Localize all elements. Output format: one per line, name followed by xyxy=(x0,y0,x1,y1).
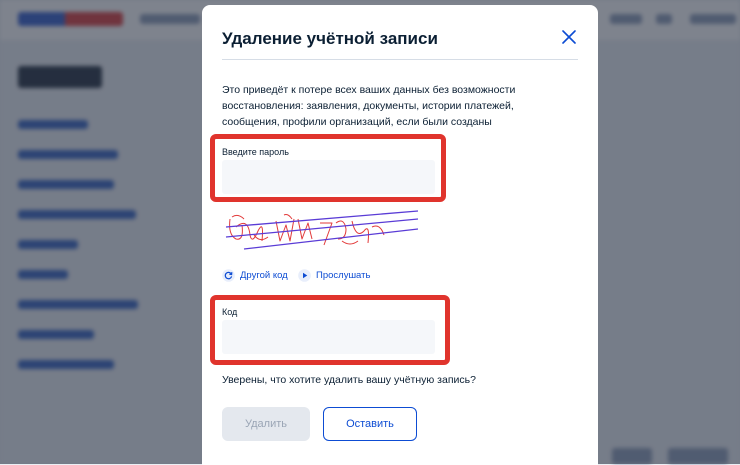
refresh-icon xyxy=(222,269,235,282)
confirm-question: Уверены, что хотите удалить вашу учётную… xyxy=(222,374,476,386)
close-button[interactable] xyxy=(558,26,580,48)
listen-captcha-button[interactable]: Прослушать xyxy=(298,269,370,282)
password-label: Введите пароль xyxy=(222,147,289,157)
dialog-title: Удаление учётной записи xyxy=(222,29,438,48)
warning-text: Это приведёт к потере всех ваших данных … xyxy=(222,84,516,128)
listen-captcha-label: Прослушать xyxy=(316,270,371,281)
refresh-captcha-button[interactable]: Другой код xyxy=(222,269,288,282)
delete-account-dialog: Удаление учётной записи Это приведёт к п… xyxy=(202,5,598,465)
keep-button[interactable]: Оставить xyxy=(323,407,417,441)
captcha-image xyxy=(225,210,418,250)
code-input[interactable] xyxy=(222,320,435,354)
refresh-captcha-label: Другой код xyxy=(240,270,288,281)
play-icon xyxy=(298,269,311,282)
delete-button[interactable]: Удалить xyxy=(222,407,310,441)
title-divider xyxy=(222,59,578,60)
code-label: Код xyxy=(222,307,238,317)
close-icon xyxy=(562,30,576,44)
password-input[interactable] xyxy=(222,160,435,194)
